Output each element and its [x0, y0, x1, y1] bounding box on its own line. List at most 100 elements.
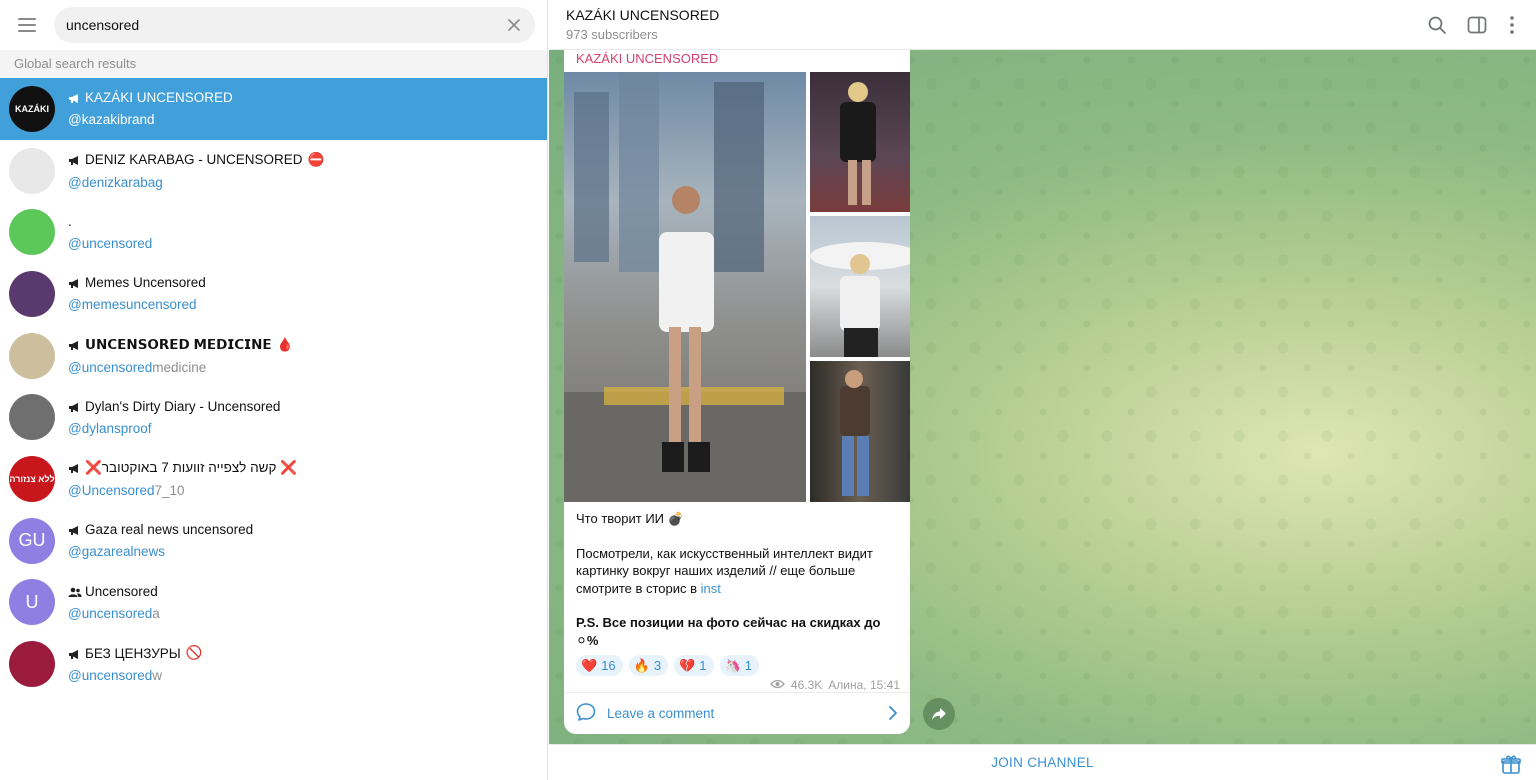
search-field[interactable]: [54, 7, 535, 43]
gift-icon[interactable]: [1500, 753, 1522, 775]
result-text: . @uncensored: [68, 214, 152, 251]
result-text: Uncensored @uncensoreda: [68, 584, 160, 621]
search-input[interactable]: [66, 17, 503, 33]
post-text-body: Посмотрели, как искусственный интеллект …: [576, 545, 873, 596]
result-title: БЕЗ ЦЕНЗУРЫ 🚫: [68, 645, 203, 661]
chevron-right-icon: [888, 705, 898, 724]
views-count: 46.3K: [790, 678, 823, 692]
group-icon: [68, 586, 82, 597]
reaction-emoji: 🔥: [633, 657, 650, 673]
username-match: @denizkarabag: [68, 174, 163, 190]
chat-title[interactable]: KAZÁKI UNCENSORED: [566, 7, 719, 23]
result-text: 𝗨𝗡𝗖𝗘𝗡𝗦𝗢𝗥𝗘𝗗 𝗠𝗘𝗗𝗜𝗖𝗜𝗡𝗘 🩸 @uncensoredmedicine: [68, 337, 293, 375]
megaphone-icon: [68, 339, 81, 351]
clear-icon[interactable]: [503, 14, 525, 36]
result-title-text: .: [68, 213, 72, 229]
result-username: @Uncensored7_10: [68, 483, 297, 498]
username-match: @memesuncensored: [68, 297, 197, 313]
avatar-text: U: [25, 591, 39, 612]
result-title-text: Memes Uncensored: [85, 275, 206, 291]
megaphone-icon: [68, 462, 81, 474]
result-title: ❌קשה לצפייה זוועות 7 באוקטובר ❌: [68, 460, 297, 476]
search-result-item[interactable]: БЕЗ ЦЕНЗУРЫ 🚫 @uncensoredw: [0, 633, 547, 695]
reaction-count: 1: [699, 658, 707, 673]
post-text-paragraph: Посмотрели, как искусственный интеллект …: [564, 545, 910, 598]
username-rest: w: [152, 668, 163, 684]
result-title: 𝗨𝗡𝗖𝗘𝗡𝗦𝗢𝗥𝗘𝗗 𝗠𝗘𝗗𝗜𝗖𝗜𝗡𝗘 🩸: [68, 337, 293, 353]
search-result-item[interactable]: ללא צנזורה ❌קשה לצפייה זוועות 7 באוקטובר …: [0, 448, 547, 510]
avatar-text: GU: [18, 530, 46, 551]
result-text: БЕЗ ЦЕНЗУРЫ 🚫 @uncensoredw: [68, 645, 203, 683]
username-rest: a: [152, 605, 160, 621]
avatar-text: KAZÁKI: [15, 103, 49, 114]
reaction-emoji: 🦄: [724, 657, 741, 673]
username-match: @gazarealnews: [68, 544, 166, 560]
result-text: ❌קשה לצפייה זוועות 7 באוקטובר ❌ @Uncensor…: [68, 460, 297, 498]
search-result-item[interactable]: 𝗨𝗡𝗖𝗘𝗡𝗦𝗢𝗥𝗘𝗗 𝗠𝗘𝗗𝗜𝗖𝗜𝗡𝗘 🩸 @uncensoredmedicine: [0, 325, 547, 387]
megaphone-icon: [68, 648, 81, 659]
username-match: @dylansproof: [68, 420, 152, 436]
username-match: @uncensored: [68, 235, 153, 251]
search-result-item[interactable]: KAZÁKI KAZÁKI UNCENSORED @kazakibrand: [0, 78, 547, 140]
comment-icon: [576, 702, 596, 725]
post-author[interactable]: KAZÁKI UNCENSORED: [564, 50, 910, 72]
title-emoji: ⛔: [307, 151, 325, 167]
avatar: GU: [9, 517, 55, 564]
reaction-button[interactable]: 💔 1: [674, 655, 714, 676]
result-title-text: Uncensored: [85, 583, 158, 599]
reaction-emoji: ❤️: [581, 657, 598, 673]
search-result-item[interactable]: U Uncensored @uncensoreda: [0, 572, 547, 634]
username-match: @uncensored: [68, 605, 153, 621]
reaction-button[interactable]: ❤️ 16: [576, 655, 623, 676]
leave-comment-label: Leave a comment: [607, 706, 715, 721]
search-bar: [0, 0, 547, 50]
search-result-item[interactable]: Memes Uncensored @memesuncensored: [0, 263, 547, 325]
avatar: ללא צנזורה: [9, 455, 55, 502]
avatar: [9, 270, 55, 317]
post-text-ps: P.S. Все позиции на фото сейчас на скидк…: [576, 615, 881, 648]
reaction-button[interactable]: 🔥 3: [628, 655, 669, 676]
channel-post: KAZÁKI UNCENSORED Что творит ИИ 💣 Посмот…: [564, 50, 910, 734]
more-icon[interactable]: [1500, 13, 1524, 37]
avatar: U: [9, 579, 55, 626]
post-link-inst[interactable]: inst: [701, 581, 721, 596]
result-username: @dylansproof: [68, 421, 280, 436]
photo-main[interactable]: [564, 72, 806, 502]
result-title-text: Gaza real news uncensored: [85, 522, 254, 538]
avatar: [9, 394, 55, 441]
avatar: [9, 332, 55, 379]
result-title: Memes Uncensored: [68, 275, 206, 290]
menu-icon[interactable]: [12, 10, 42, 40]
avatar: [9, 641, 55, 688]
search-results-list: KAZÁKI KAZÁKI UNCENSORED @kazakibrand DENIZ…: [0, 78, 547, 695]
search-result-item[interactable]: DENIZ KARABAG - UNCENSORED ⛔ @denizkarabag: [0, 140, 547, 202]
photo-2[interactable]: [810, 72, 910, 212]
photo-4[interactable]: [810, 361, 910, 502]
search-icon[interactable]: [1425, 13, 1449, 37]
join-channel-button[interactable]: JOIN CHANNEL: [991, 755, 1094, 770]
result-title-text: KAZÁKI UNCENSORED: [85, 90, 233, 106]
result-title: Dylan's Dirty Diary - Uncensored: [68, 399, 280, 414]
title-emoji: 🚫: [185, 645, 203, 661]
search-result-item[interactable]: Dylan's Dirty Diary - Uncensored @dylansp…: [0, 386, 547, 448]
reaction-count: 3: [653, 658, 662, 673]
megaphone-icon: [68, 277, 81, 289]
avatar-text: ללא צנזורה: [9, 473, 55, 484]
photo-3[interactable]: [810, 216, 910, 357]
result-username: @gazarealnews: [68, 544, 253, 559]
result-title: KAZÁKI UNCENSORED: [68, 90, 233, 105]
avatar: KAZÁKI: [9, 85, 55, 132]
share-icon[interactable]: [923, 698, 955, 730]
megaphone-icon: [68, 401, 81, 412]
reaction-count: 16: [601, 658, 616, 673]
post-signature: Алина, 15:41: [828, 678, 900, 692]
result-username: @uncensored: [68, 236, 152, 251]
sidebar-toggle-icon[interactable]: [1465, 13, 1489, 37]
search-result-item[interactable]: . @uncensored: [0, 201, 547, 263]
bottom-bar: JOIN CHANNEL: [549, 744, 1536, 780]
leave-comment-button[interactable]: Leave a comment: [564, 692, 910, 734]
reaction-button[interactable]: 🦄 1: [719, 655, 759, 676]
post-text-line1: Что творит ИИ 💣: [576, 511, 684, 526]
result-title-text: DENIZ KARABAG - UNCENSORED: [85, 152, 303, 168]
search-result-item[interactable]: GU Gaza real news uncensored @gazarealnews: [0, 510, 547, 572]
